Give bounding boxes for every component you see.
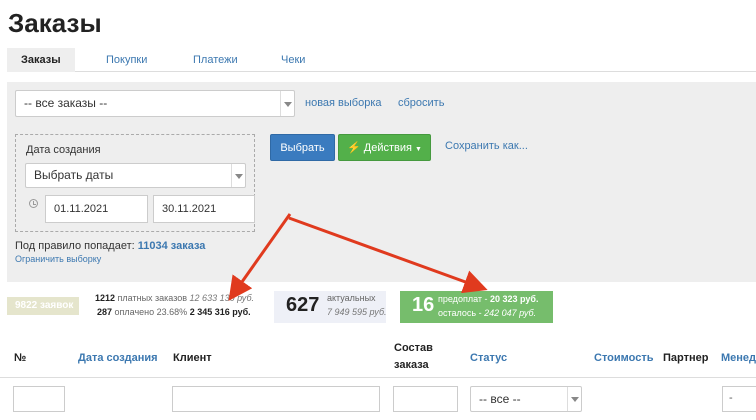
paid-orders-count: 1212 xyxy=(95,293,116,303)
page-title: Заказы xyxy=(8,8,102,38)
chevron-down-icon: ▼ xyxy=(415,146,422,153)
client-filter-input[interactable] xyxy=(172,386,380,412)
table-filter-row: -- все -- - xyxy=(0,377,756,420)
date-range-dropdown[interactable]: Выбрать даты xyxy=(25,163,246,188)
prepay-label: предоплат - xyxy=(438,294,488,304)
paid-orders-sum: 12 633 130 руб. xyxy=(189,293,255,303)
prepay-sum: 20 323 руб. xyxy=(490,294,539,304)
col-cost[interactable]: Стоимость xyxy=(594,352,654,364)
composition-filter-input[interactable] xyxy=(393,386,458,412)
manager-filter-placeholder: - xyxy=(729,392,733,404)
prepay-box[interactable]: 16 предоплат - 20 323 руб. осталось - 24… xyxy=(400,291,553,323)
remaining-sum: 242 047 руб. xyxy=(484,308,537,318)
col-status[interactable]: Статус xyxy=(470,352,507,364)
col-client: Клиент xyxy=(173,352,212,364)
col-number: № xyxy=(14,352,27,364)
actions-button-label: Действия xyxy=(363,142,412,154)
remaining-label: осталось - xyxy=(438,308,482,318)
rule-count[interactable]: 11034 заказа xyxy=(138,240,206,252)
date-filter-box: Дата создания Выбрать даты 01.11.2021 30… xyxy=(15,134,255,232)
paid-orders-label: платных заказов xyxy=(117,293,188,303)
clock-icon xyxy=(29,199,38,208)
paid-orders-stat: 1212 платных заказов 12 633 130 руб. xyxy=(95,293,254,303)
chevron-down-icon xyxy=(567,387,581,411)
paid-stat: 287 оплачено 23.68% 2 345 316 руб. xyxy=(97,307,251,317)
tab-payments[interactable]: Платежи xyxy=(193,48,238,72)
date-range-value: Выбрать даты xyxy=(34,168,114,182)
tab-receipts[interactable]: Чеки xyxy=(281,48,305,72)
date-from-input[interactable]: 01.11.2021 xyxy=(45,195,148,223)
rule-summary: Под правило попадает: 11034 заказа xyxy=(15,240,205,252)
paid-count: 287 xyxy=(97,307,113,317)
prepay-line: предоплат - 20 323 руб. xyxy=(438,294,539,304)
actual-label: актуальных xyxy=(327,293,376,303)
remaining-line: осталось - 242 047 руб. xyxy=(438,308,536,318)
col-composition: Состав заказа xyxy=(394,340,433,374)
col-created-date[interactable]: Дата создания xyxy=(78,352,158,364)
actual-orders-box[interactable]: 627 актуальных 7 949 595 руб. xyxy=(274,291,387,323)
reset-link[interactable]: сбросить xyxy=(398,97,444,109)
lightning-icon: ⚡ xyxy=(347,142,361,154)
filter-panel: -- все заказы -- новая выборка сбросить … xyxy=(7,82,756,282)
date-filter-label: Дата создания xyxy=(26,144,101,156)
actual-count: 627 xyxy=(286,294,320,316)
prepay-count: 16 xyxy=(412,294,435,316)
paid-sum: 2 345 316 руб. xyxy=(189,307,251,317)
chevron-down-icon xyxy=(280,91,294,116)
selection-dropdown[interactable]: -- все заказы -- xyxy=(15,90,295,117)
limit-selection-link[interactable]: Ограничить выборку xyxy=(15,254,101,264)
new-selection-link[interactable]: новая выборка xyxy=(305,97,382,109)
actual-sum: 7 949 595 руб. xyxy=(327,307,387,317)
selection-value: -- все заказы -- xyxy=(24,96,108,110)
status-filter-value: -- все -- xyxy=(479,392,521,406)
chevron-down-icon xyxy=(231,164,245,187)
manager-filter-dropdown[interactable]: - xyxy=(722,386,756,412)
col-manager[interactable]: Менед xyxy=(721,352,756,364)
col-composition-line1: Состав xyxy=(394,342,433,354)
select-button[interactable]: Выбрать xyxy=(270,134,335,161)
actions-button[interactable]: ⚡ Действия ▼ xyxy=(338,134,431,161)
actual-sum-wrap: 7 949 595 руб. xyxy=(327,307,387,317)
save-as-link[interactable]: Сохранить как... xyxy=(445,140,528,152)
tab-bar: Заказы Покупки Платежи Чеки xyxy=(7,48,756,72)
requests-badge[interactable]: 9822 заявок xyxy=(7,297,79,315)
number-filter-input[interactable] xyxy=(13,386,65,412)
tab-purchases[interactable]: Покупки xyxy=(106,48,147,72)
paid-label: оплачено 23.68% xyxy=(114,307,188,317)
date-to-input[interactable]: 30.11.2021 xyxy=(153,195,255,223)
col-partner: Партнер xyxy=(663,352,709,364)
tab-orders[interactable]: Заказы xyxy=(7,48,75,72)
status-filter-dropdown[interactable]: -- все -- xyxy=(470,386,582,412)
col-composition-line2: заказа xyxy=(394,359,429,371)
rule-prefix: Под правило попадает: xyxy=(15,240,135,252)
